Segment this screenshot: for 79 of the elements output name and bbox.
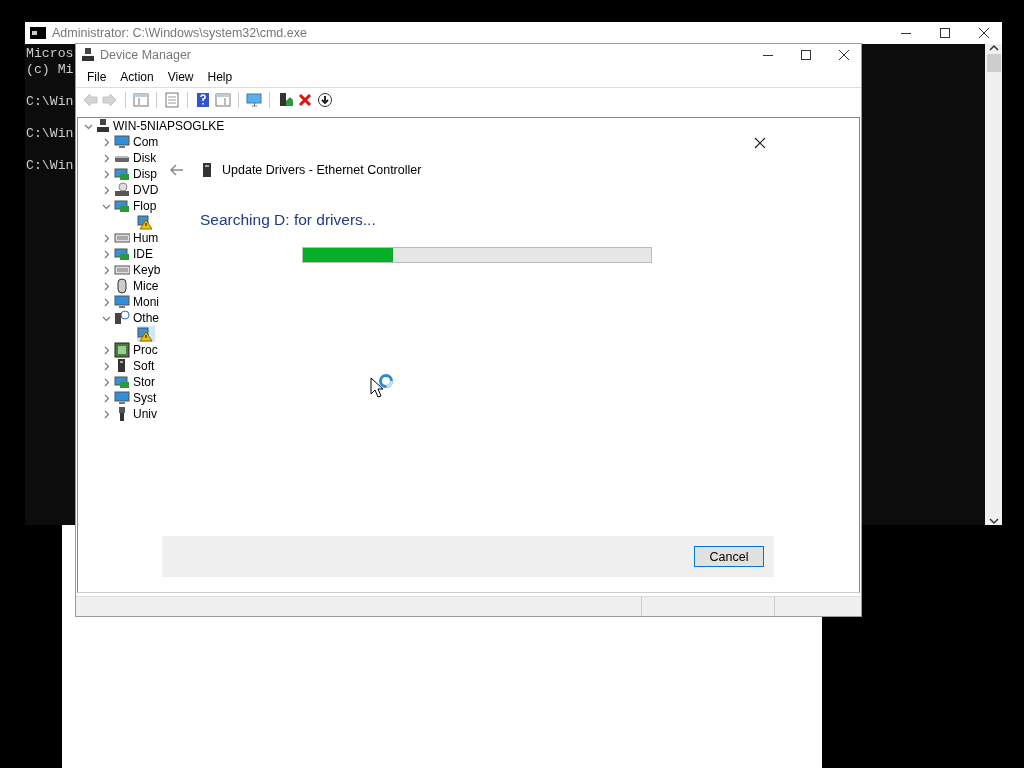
tree-item[interactable]: Syst	[133, 391, 157, 405]
help-icon[interactable]	[195, 91, 211, 108]
computer-network-icon	[81, 48, 95, 62]
status-heading: Searching D: for drivers...	[200, 211, 377, 229]
monitor-icon	[114, 134, 130, 150]
tree-item[interactable]: Stor	[133, 375, 155, 389]
close-icon[interactable]	[838, 49, 850, 61]
tree-item[interactable]: Disk	[133, 151, 157, 165]
menu-item[interactable]: View	[160, 69, 201, 84]
computer-network-icon	[96, 119, 110, 133]
menu-item[interactable]: Help	[200, 69, 240, 84]
tree-row[interactable]	[137, 326, 155, 342]
disc-drive-icon	[114, 182, 130, 198]
tree-item[interactable]: Com	[133, 135, 159, 149]
monitor-scan-icon[interactable]	[246, 91, 262, 108]
expand-chevron-icon[interactable]	[102, 249, 111, 259]
menu-item[interactable]: File	[80, 69, 114, 84]
download-icon[interactable]	[317, 91, 333, 108]
expand-chevron-icon[interactable]	[102, 393, 111, 403]
remove-icon[interactable]	[297, 91, 313, 108]
keyboard-icon	[114, 230, 130, 246]
close-icon[interactable]	[754, 137, 766, 149]
card-icon	[114, 246, 130, 262]
window-title: Device Manager	[100, 48, 192, 62]
expand-chevron-icon[interactable]	[102, 361, 111, 371]
keyboard-icon	[114, 262, 130, 278]
menu-item[interactable]: Action	[113, 69, 161, 84]
back-arrow-icon[interactable]	[170, 164, 184, 176]
tower-icon	[203, 163, 211, 177]
expand-chevron-icon[interactable]	[102, 377, 111, 387]
card-icon	[114, 166, 130, 182]
console-text: (c) Mi	[26, 62, 74, 77]
expand-chevron-icon[interactable]	[102, 137, 111, 147]
tree-item[interactable]: Disp	[133, 167, 157, 181]
expand-chevron-icon[interactable]	[102, 185, 111, 195]
dialog-title: Update Drivers - Ethernet Controller	[222, 163, 422, 177]
expand-chevron-icon[interactable]	[102, 233, 111, 243]
tree-item[interactable]: Keyb	[133, 263, 161, 277]
monitor-icon	[114, 390, 130, 406]
tree-item[interactable]: IDE	[133, 247, 153, 261]
tree-item[interactable]: Othe	[133, 311, 159, 325]
console-text: C:\Win	[26, 94, 74, 109]
console-text: Micros	[26, 46, 74, 61]
close-icon[interactable]	[978, 27, 990, 39]
console-icon	[30, 27, 46, 39]
tree-item[interactable]: Flop	[133, 199, 157, 213]
expand-chevron-icon[interactable]	[102, 297, 111, 307]
expand-chevron-icon[interactable]	[102, 281, 111, 291]
tree-item[interactable]: DVD	[133, 183, 159, 197]
tree-item[interactable]: Hum	[133, 231, 159, 245]
tree-item[interactable]: WIN-5NIAPSOGLKE	[113, 119, 225, 133]
warning-device-icon	[137, 214, 153, 230]
monitor-icon	[114, 294, 130, 310]
tree-item[interactable]: Univ	[133, 407, 157, 421]
scrollbar-thumb[interactable]	[986, 54, 1001, 72]
warning-device-icon	[137, 326, 153, 342]
expand-chevron-icon[interactable]	[102, 153, 111, 163]
console-text: C:\Win	[26, 158, 74, 173]
tree-item[interactable]: Moni	[133, 295, 159, 309]
question-device-icon	[114, 310, 130, 326]
tree-item[interactable]: Mice	[133, 279, 159, 293]
expand-chevron-icon[interactable]	[102, 169, 111, 179]
card-icon	[114, 374, 130, 390]
scrollbar[interactable]	[985, 44, 1002, 525]
tree-item[interactable]: Soft	[133, 359, 155, 373]
tree-item[interactable]: Proc	[133, 343, 158, 357]
maximize-icon[interactable]	[800, 49, 812, 61]
console-text: C:\Win	[26, 126, 74, 141]
window-title: Administrator: C:\Windows\system32\cmd.exe	[52, 26, 308, 40]
update-driver-icon[interactable]	[277, 91, 293, 108]
expand-chevron-icon[interactable]	[102, 265, 111, 275]
mouse-icon	[114, 278, 130, 294]
card-icon	[114, 198, 130, 214]
tree-row[interactable]	[137, 214, 155, 230]
expand-chevron-icon[interactable]	[102, 345, 111, 355]
expand-chevron-icon[interactable]	[102, 409, 111, 419]
maximize-icon[interactable]	[939, 27, 951, 39]
cancel-button[interactable]: Cancel	[694, 546, 764, 567]
chip-icon	[114, 342, 130, 358]
